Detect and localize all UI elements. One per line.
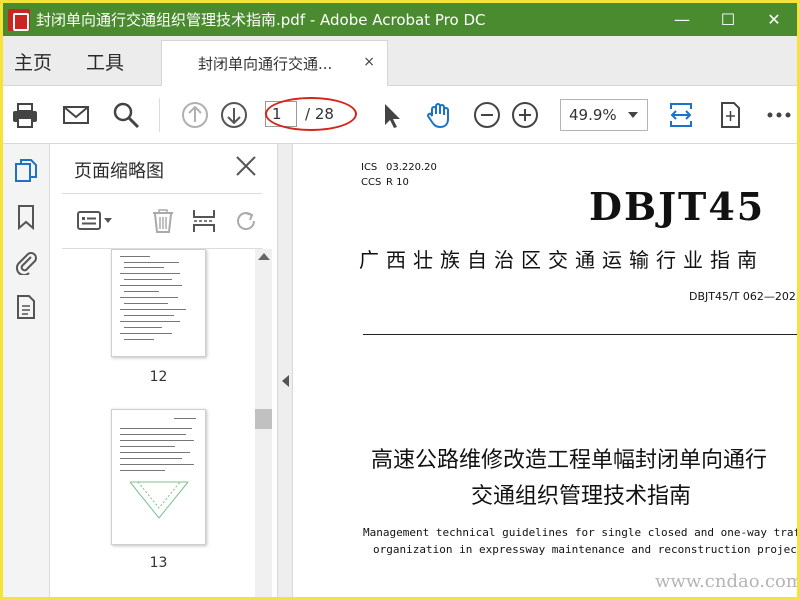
zoom-in-icon[interactable]: [509, 99, 541, 131]
scroll-up-icon[interactable]: [258, 253, 270, 260]
select-cursor-icon[interactable]: [375, 99, 407, 131]
page-thumbnails-icon[interactable]: [11, 156, 41, 186]
highlight-ellipse: [265, 97, 357, 131]
next-page-icon[interactable]: [218, 99, 250, 131]
delete-icon[interactable]: [148, 206, 178, 236]
window-controls: — ☐ ✕: [659, 3, 797, 36]
search-icon[interactable]: [110, 99, 142, 131]
tab-home[interactable]: 主页: [14, 36, 52, 86]
site-watermark: www.cndao.com: [655, 571, 797, 592]
tabs-bar: 主页 工具 封闭单向通行交通... ×: [3, 36, 797, 86]
ics-value: 03.220.20: [386, 162, 437, 173]
ccs-label: CCS: [361, 177, 382, 188]
navigation-rail: [3, 144, 50, 597]
panel-title: 页面缩略图: [74, 161, 164, 182]
thumbnails-panel: 页面缩略图 12 13: [50, 144, 277, 597]
standard-logo: DBJT45: [589, 184, 766, 229]
diagram-thumbnail-icon: [129, 481, 189, 519]
thumbnail-list: 12 13: [50, 249, 255, 597]
acrobat-app-icon: [8, 8, 30, 31]
previous-page-icon[interactable]: [179, 99, 211, 131]
english-title-line2: organization in expressway maintenance a…: [373, 543, 797, 556]
minimize-button[interactable]: —: [659, 3, 705, 36]
thumbnail-scrollbar[interactable]: [255, 249, 272, 597]
thumbnail-page-label: 13: [149, 555, 168, 571]
hand-tool-icon[interactable]: [423, 99, 455, 131]
page-thumbnail[interactable]: [111, 409, 206, 545]
toolbar: / 28 49.9%: [3, 86, 797, 144]
mail-icon[interactable]: [60, 99, 92, 131]
zoom-out-icon[interactable]: [471, 99, 503, 131]
thumbnail-tools: [50, 194, 277, 248]
fit-page-icon[interactable]: [665, 99, 697, 131]
toolbar-divider: [159, 98, 160, 132]
thumbnail-options-icon[interactable]: [76, 206, 116, 236]
window-title: 封闭单向通行交通组织管理技术指南.pdf - Adobe Acrobat Pro…: [36, 11, 486, 29]
acrobat-window: 封闭单向通行交通组织管理技术指南.pdf - Adobe Acrobat Pro…: [3, 3, 797, 597]
zoom-select[interactable]: 49.9%: [560, 99, 648, 131]
rotate-page-icon[interactable]: [714, 99, 746, 131]
document-divider: [363, 334, 797, 335]
tab-tools[interactable]: 工具: [86, 36, 124, 86]
attachment-icon[interactable]: [11, 247, 41, 277]
print-icon[interactable]: [9, 99, 41, 131]
standard-number: DBJT45/T 062—2023: [689, 290, 797, 303]
bookmark-icon[interactable]: [11, 202, 41, 232]
close-tab-icon[interactable]: ×: [363, 54, 375, 70]
document-view[interactable]: ICS 03.220.20 CCS R 10 DBJT45 广西壮族自治区交通运…: [293, 144, 797, 597]
document-tab[interactable]: 封闭单向通行交通... ×: [161, 40, 388, 86]
ccs-value: R 10: [386, 177, 409, 188]
chevron-down-icon: [628, 112, 638, 118]
page-thumbnail[interactable]: [111, 249, 206, 357]
collapse-panel-icon[interactable]: [282, 375, 289, 387]
scroll-thumb[interactable]: [255, 409, 272, 429]
rotate-icon[interactable]: [231, 206, 261, 236]
title-bar: 封闭单向通行交通组织管理技术指南.pdf - Adobe Acrobat Pro…: [3, 3, 797, 36]
document-title-line1: 高速公路维修改造工程单幅封闭单向通行: [371, 448, 768, 473]
close-panel-icon[interactable]: [234, 154, 258, 178]
more-options-icon[interactable]: [763, 99, 795, 131]
thumbnail-page-label: 12: [149, 369, 168, 385]
maximize-button[interactable]: ☐: [705, 3, 751, 36]
document-properties-icon[interactable]: [11, 292, 41, 322]
zoom-value: 49.9%: [569, 106, 617, 124]
ics-label: ICS: [361, 162, 378, 173]
english-title-line1: Management technical guidelines for sing…: [363, 526, 797, 539]
document-title-line2: 交通组织管理技术指南: [471, 484, 692, 509]
issuing-organization: 广西壮族自治区交通运输行业指南: [359, 248, 764, 272]
insert-page-icon[interactable]: [189, 206, 219, 236]
document-tab-label: 封闭单向通行交通...: [198, 55, 333, 73]
panel-splitter[interactable]: [277, 144, 293, 597]
close-window-button[interactable]: ✕: [751, 3, 797, 36]
